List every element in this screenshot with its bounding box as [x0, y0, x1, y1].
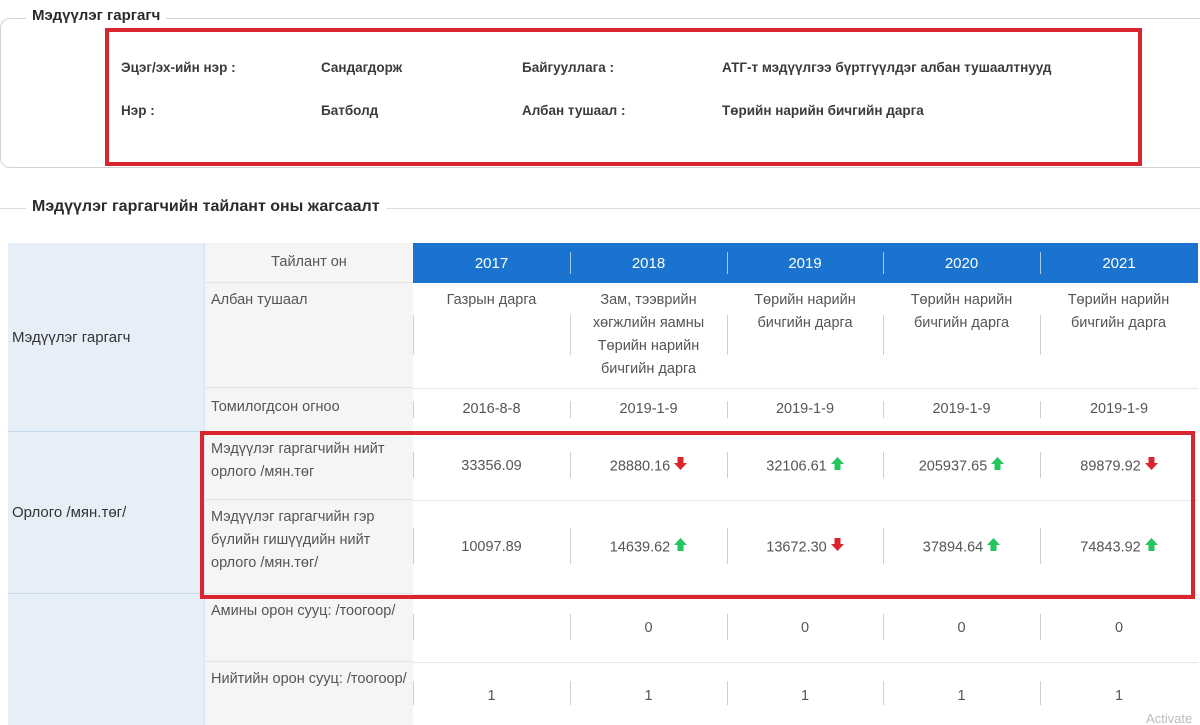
activate-watermark: Activate — [1146, 711, 1193, 725]
apartment-2017: 1 — [487, 688, 496, 704]
header-separator — [727, 252, 728, 274]
cell-separator — [570, 315, 571, 355]
private-housing-2020: 0 — [957, 620, 966, 636]
year-header-2018[interactable]: 2018 — [570, 243, 727, 283]
row-divider — [413, 388, 1198, 389]
position-2018: Зам, тээврийн хөгжлийн яамны Төрийн нари… — [592, 292, 705, 377]
appointed-2021: 2019-1-9 — [1089, 401, 1149, 417]
appointed-2019: 2019-1-9 — [775, 401, 835, 417]
declarant-legend: Мэдүүлэг гаргагч — [26, 7, 167, 24]
year-header-2017[interactable]: 2017 — [413, 243, 570, 283]
apartment-2018: 1 — [644, 688, 653, 704]
category-income: Орлого /мян.төг/ — [8, 432, 205, 594]
category-declarant: Мэдүүлэг гаргагч — [8, 243, 205, 432]
surname-value: Сандагдорж — [321, 60, 403, 75]
year-header-2021[interactable]: 2021 — [1040, 243, 1198, 283]
header-separator — [883, 252, 884, 274]
position-value: Төрийн нарийн бичгийн дарга — [722, 103, 924, 118]
surname-label: Эцэг/эх-ийн нэр : — [121, 60, 236, 75]
apartment-2020: 1 — [957, 688, 966, 704]
apartment-2019: 1 — [800, 688, 810, 704]
name-label: Нэр : — [121, 103, 155, 118]
year-header-label: Тайлант он — [205, 243, 413, 283]
private-housing-2018: 0 — [644, 620, 653, 636]
position-2017: Газрын дарга — [446, 292, 537, 308]
private-housing-2021: 0 — [1114, 620, 1124, 636]
appointed-2018: 2019-1-9 — [619, 401, 678, 417]
category-property — [8, 594, 205, 725]
position-2021: Төрийн нарийн бичгийн дарга — [1067, 292, 1170, 331]
name-value: Батболд — [321, 103, 379, 118]
position-label: Албан тушаал : — [522, 103, 626, 118]
row-divider — [413, 662, 1198, 663]
header-separator — [1040, 252, 1041, 274]
row-label-apartment: Нийтийн орон сууц: /тоогоор/ — [205, 662, 413, 725]
income-highlight-box — [200, 431, 1195, 599]
position-2020: Төрийн нарийн бичгийн дарга — [910, 292, 1013, 331]
cell-separator — [413, 315, 414, 355]
cell-separator — [727, 315, 728, 355]
position-2019: Төрийн нарийн бичгийн дарга — [754, 292, 856, 331]
report-legend: Мэдүүлэг гаргагчийн тайлант оны жагсаалт — [26, 198, 386, 216]
private-housing-2019: 0 — [800, 620, 810, 636]
appointed-2017: 2016-8-8 — [462, 401, 521, 417]
year-header-2020[interactable]: 2020 — [883, 243, 1040, 283]
row-label-appointed: Томилогдсон огноо — [205, 388, 413, 432]
row-label-position: Албан тушаал — [205, 283, 413, 388]
declarant-highlight-box — [105, 28, 1142, 166]
cell-separator — [1040, 315, 1041, 355]
org-value: АТГ-т мэдүүлгээ бүртгүүлдэг албан тушаал… — [722, 60, 1052, 75]
row-label-private-housing: Амины орон сууц: /тоогоор/ — [205, 594, 413, 662]
apartment-2021: 1 — [1114, 688, 1124, 704]
header-separator — [570, 252, 571, 274]
appointed-2020: 2019-1-9 — [932, 401, 991, 417]
cell-separator — [413, 614, 414, 640]
cell-separator — [883, 315, 884, 355]
year-header-2019[interactable]: 2019 — [727, 243, 883, 283]
org-label: Байгууллага : — [522, 60, 615, 75]
